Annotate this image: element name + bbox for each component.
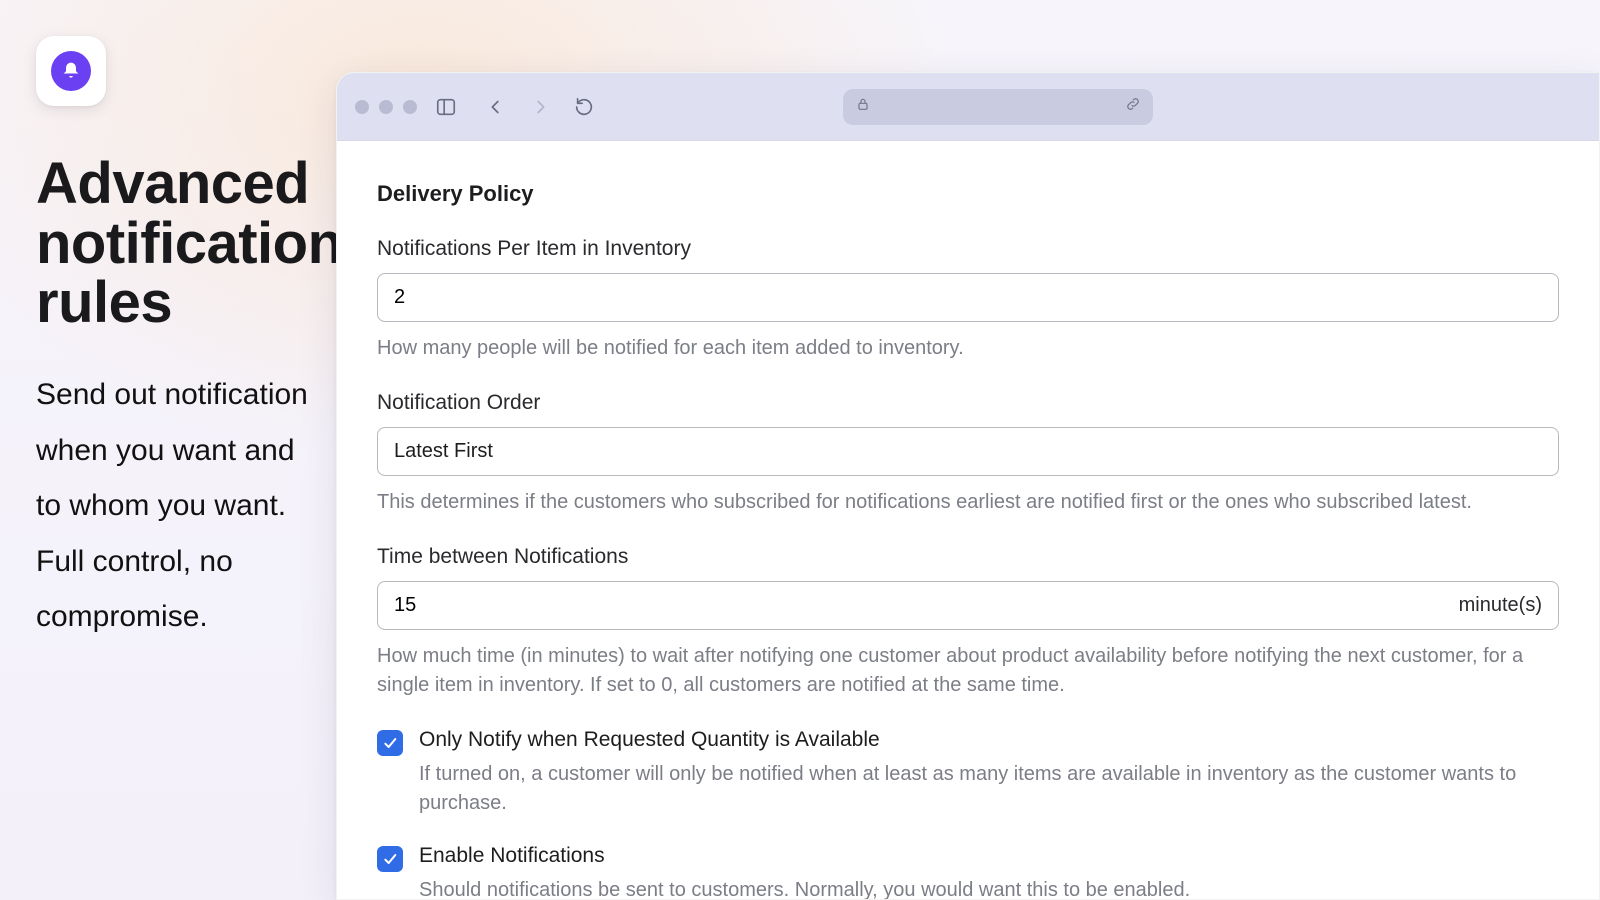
- only-requested-qty-checkbox[interactable]: [377, 730, 403, 756]
- lock-icon: [855, 96, 871, 117]
- per-item-help: How many people will be notified for eac…: [377, 334, 1559, 363]
- forward-icon: [529, 96, 551, 118]
- order-label: Notification Order: [377, 391, 1559, 415]
- time-between-help: How much time (in minutes) to wait after…: [377, 642, 1559, 700]
- per-item-label: Notifications Per Item in Inventory: [377, 237, 1559, 261]
- per-item-input[interactable]: [377, 273, 1559, 322]
- order-select-value: Latest First: [394, 440, 493, 463]
- per-item-input-field[interactable]: [394, 286, 1312, 309]
- minimize-window-icon[interactable]: [379, 100, 393, 114]
- reload-icon[interactable]: [573, 96, 595, 118]
- window-controls[interactable]: [355, 100, 417, 114]
- maximize-window-icon[interactable]: [403, 100, 417, 114]
- time-between-label: Time between Notifications: [377, 545, 1559, 569]
- hero-title: Advanced notification rules: [36, 154, 326, 333]
- only-requested-qty-help: If turned on, a customer will only be no…: [419, 760, 1559, 818]
- enable-notifications-checkbox[interactable]: [377, 846, 403, 872]
- section-title: Delivery Policy: [377, 181, 1559, 207]
- time-between-input[interactable]: minute(s): [377, 581, 1559, 630]
- enable-notifications-help: Should notifications be sent to customer…: [419, 876, 1190, 900]
- link-icon: [1125, 96, 1141, 117]
- browser-toolbar: [337, 73, 1599, 141]
- settings-page: Delivery Policy Notifications Per Item i…: [337, 141, 1599, 900]
- close-window-icon[interactable]: [355, 100, 369, 114]
- back-icon[interactable]: [485, 96, 507, 118]
- order-select[interactable]: Latest First: [377, 427, 1559, 476]
- sidebar-toggle-icon[interactable]: [435, 96, 457, 118]
- bell-icon: [51, 51, 91, 91]
- time-between-input-field[interactable]: [394, 594, 1312, 617]
- order-help: This determines if the customers who sub…: [377, 488, 1559, 517]
- app-logo-tile: [36, 36, 106, 106]
- hero-subtitle: Send out notification when you want and …: [36, 367, 326, 645]
- only-requested-qty-label: Only Notify when Requested Quantity is A…: [419, 728, 1559, 752]
- time-between-unit: minute(s): [1459, 594, 1542, 617]
- address-bar[interactable]: [843, 89, 1153, 125]
- enable-notifications-label: Enable Notifications: [419, 844, 1190, 868]
- browser-window: Delivery Policy Notifications Per Item i…: [336, 72, 1600, 900]
